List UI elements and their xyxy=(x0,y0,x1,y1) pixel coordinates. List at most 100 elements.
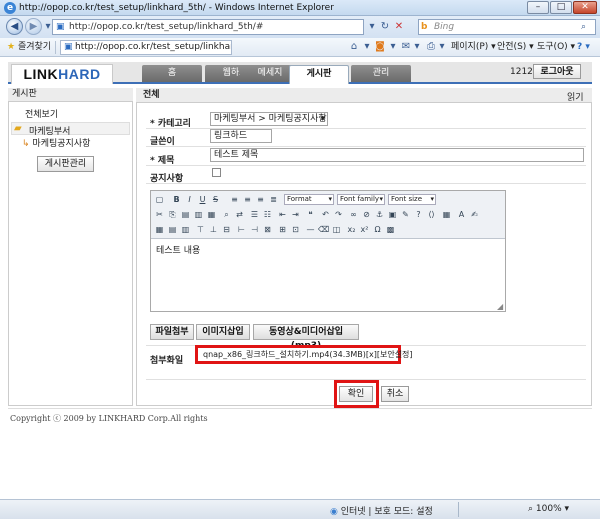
help-icon[interactable]: ? xyxy=(413,209,424,220)
refresh-icon[interactable]: ↻ xyxy=(379,20,391,34)
confirm-button[interactable]: 확인 xyxy=(339,386,373,402)
align-left-icon[interactable]: ≡ xyxy=(229,194,240,205)
minimize-icon[interactable]: – xyxy=(527,1,549,14)
row-props-icon[interactable]: ▤ xyxy=(167,224,178,235)
paste-word-icon[interactable]: ▦ xyxy=(206,209,217,220)
close-icon[interactable]: ✕ xyxy=(573,1,597,14)
tab-home[interactable]: 홈 xyxy=(142,65,202,82)
blockquote-icon[interactable]: ❝ xyxy=(305,209,316,220)
safety-menu[interactable]: 안전(S) ▾ xyxy=(497,39,534,56)
page-menu[interactable]: 페이지(P) ▾ xyxy=(451,39,496,56)
rss-icon[interactable]: ◙ xyxy=(374,40,386,54)
redo-icon[interactable]: ↷ xyxy=(333,209,344,220)
zone-status[interactable]: ◉ 인터넷 | 보호 모드: 설정 xyxy=(330,504,433,517)
sidebar-item-marketing[interactable]: ▰ 마케팅부서 xyxy=(11,122,130,137)
replace-icon[interactable]: ⇄ xyxy=(234,209,245,220)
text-color-icon[interactable]: A xyxy=(456,209,467,220)
print-dropdown-icon[interactable]: ▾ xyxy=(438,40,446,54)
bold-icon[interactable]: B xyxy=(171,194,182,205)
merge-cells-icon[interactable]: ⊡ xyxy=(290,224,301,235)
row-after-icon[interactable]: ⊥ xyxy=(208,224,219,235)
resize-handle-icon[interactable]: ◢ xyxy=(497,302,503,311)
forward-icon[interactable]: ▶ xyxy=(25,18,42,35)
tab-board[interactable]: 게시판 xyxy=(289,65,349,84)
col-before-icon[interactable]: ⊢ xyxy=(236,224,247,235)
board-manage-button[interactable]: 게시판관리 xyxy=(37,156,94,172)
stop-icon[interactable]: ✕ xyxy=(393,20,405,34)
help-menu[interactable]: ? ▾ xyxy=(577,39,590,56)
attach-file-button[interactable]: 파일첨부 xyxy=(150,324,194,340)
sidebar-item-marketing-notice[interactable]: ↳ 마케팅공지사항 xyxy=(22,136,90,149)
bullet-list-icon[interactable]: ☰ xyxy=(249,209,260,220)
find-icon[interactable]: ⌕ xyxy=(221,209,232,220)
cleanup-icon[interactable]: ✎ xyxy=(400,209,411,220)
insert-image-button[interactable]: 이미지삽입 xyxy=(196,324,250,340)
subscript-icon[interactable]: x₂ xyxy=(346,224,357,235)
row-before-icon[interactable]: ⊤ xyxy=(195,224,206,235)
media-icon[interactable]: ▩ xyxy=(385,224,396,235)
mail-icon[interactable]: ✉ xyxy=(400,40,412,54)
font-size-select[interactable]: Font size ▾ xyxy=(388,194,436,205)
visual-aid-icon[interactable]: ◫ xyxy=(331,224,342,235)
insert-media-button[interactable]: 동영상&미디어삽입(mp3) xyxy=(253,324,359,351)
anchor-icon[interactable]: ⚓ xyxy=(374,209,385,220)
col-after-icon[interactable]: ⊣ xyxy=(249,224,260,235)
category-select[interactable]: 마케팅부서 > 마케팅공지사항 ▾ xyxy=(210,112,328,126)
paste-icon[interactable]: ▤ xyxy=(180,209,191,220)
italic-icon[interactable]: I xyxy=(184,194,195,205)
author-field[interactable]: 링크하드 xyxy=(210,129,272,143)
notice-checkbox[interactable] xyxy=(212,168,221,177)
split-cells-icon[interactable]: ⊞ xyxy=(277,224,288,235)
font-family-select[interactable]: Font family ▾ xyxy=(337,194,385,205)
history-dropdown-icon[interactable]: ▾ xyxy=(44,20,52,34)
format-select[interactable]: Format ▾ xyxy=(284,194,334,205)
editor-content[interactable]: 테스트 내용 xyxy=(156,243,200,256)
cell-props-icon[interactable]: ▥ xyxy=(180,224,191,235)
home-dropdown-icon[interactable]: ▾ xyxy=(363,40,371,54)
special-char-icon[interactable]: Ω xyxy=(372,224,383,235)
strikethrough-icon[interactable]: S xyxy=(210,194,221,205)
logout-button[interactable]: 로그아웃 xyxy=(533,64,581,79)
remove-format-icon[interactable]: ⌫ xyxy=(318,224,329,235)
unlink-icon[interactable]: ⊘ xyxy=(361,209,372,220)
copy-icon[interactable]: ⎘ xyxy=(167,209,178,220)
cancel-button[interactable]: 취소 xyxy=(381,386,409,402)
zoom-control[interactable]: ⌕ 100% ▾ xyxy=(528,504,569,514)
outdent-icon[interactable]: ⇤ xyxy=(277,209,288,220)
url-field[interactable]: ▣ http://opop.co.kr/test_setup/linkhard_… xyxy=(52,19,364,35)
subject-field[interactable]: 테스트 제목 xyxy=(210,148,584,162)
tools-menu[interactable]: 도구(O) ▾ xyxy=(537,39,575,56)
numbered-list-icon[interactable]: ☷ xyxy=(262,209,273,220)
delete-col-icon[interactable]: ⊠ xyxy=(262,224,273,235)
browser-tab[interactable]: ▣ http://opop.co.kr/test_setup/linkhard_… xyxy=(60,40,232,55)
sidebar-item-all[interactable]: 전체보기 xyxy=(25,107,58,120)
compatibility-icon[interactable]: ▾ xyxy=(366,20,378,34)
horizontal-rule-icon[interactable]: — xyxy=(305,224,316,235)
align-center-icon[interactable]: ≡ xyxy=(242,194,253,205)
link-icon[interactable]: ∞ xyxy=(348,209,359,220)
new-document-icon[interactable]: ▢ xyxy=(154,194,165,205)
tab-admin[interactable]: 관리 xyxy=(351,65,411,82)
favorites-button[interactable]: ★ 즐겨찾기 xyxy=(7,39,51,56)
undo-icon[interactable]: ↶ xyxy=(320,209,331,220)
code-icon[interactable]: ⟨⟩ xyxy=(426,209,437,220)
cut-icon[interactable]: ✂ xyxy=(154,209,165,220)
rss-dropdown-icon[interactable]: ▾ xyxy=(389,40,397,54)
align-justify-icon[interactable]: ≣ xyxy=(268,194,279,205)
table-icon[interactable]: ▦ xyxy=(154,224,165,235)
print-icon[interactable]: ⎙ xyxy=(425,40,437,54)
align-right-icon[interactable]: ≡ xyxy=(255,194,266,205)
paste-text-icon[interactable]: ▥ xyxy=(193,209,204,220)
search-input[interactable]: b Bing ⌕ xyxy=(418,19,596,35)
superscript-icon[interactable]: x² xyxy=(359,224,370,235)
insert-date-icon[interactable]: ▦ xyxy=(441,209,452,220)
highlight-color-icon[interactable]: ✍ xyxy=(469,209,480,220)
underline-icon[interactable]: U xyxy=(197,194,208,205)
attachment-file[interactable]: qnap_x86_링크하드_설치하기.mp4(34.3MB)[x][보안설정] xyxy=(203,349,413,360)
read-link[interactable]: 읽기 xyxy=(567,90,584,103)
mail-dropdown-icon[interactable]: ▾ xyxy=(413,40,421,54)
indent-icon[interactable]: ⇥ xyxy=(290,209,301,220)
search-icon[interactable]: ⌕ xyxy=(581,20,586,34)
home-icon[interactable]: ⌂ xyxy=(348,40,360,54)
back-icon[interactable]: ◀ xyxy=(6,18,23,35)
